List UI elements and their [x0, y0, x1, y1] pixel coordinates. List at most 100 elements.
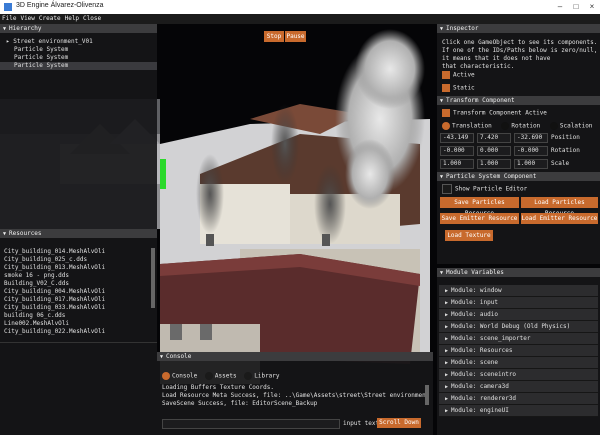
resource-item[interactable]: City_building_017.MeshAlvOli	[4, 296, 152, 304]
module-item[interactable]: ▶ Module: Resources	[439, 345, 598, 357]
scale-y-field[interactable]: 1.000	[477, 159, 511, 169]
expand-arrow-icon[interactable]: ▶	[445, 298, 448, 309]
console-input-field[interactable]	[162, 419, 340, 429]
expand-arrow-icon[interactable]: ▶	[445, 358, 448, 369]
resource-item[interactable]: Line002.MeshAlvOli	[4, 320, 152, 328]
resource-item[interactable]: City_building_014.MeshAlvOli	[4, 248, 152, 256]
load-texture-button[interactable]: Load Texture	[445, 230, 493, 241]
radio-scalation[interactable]	[549, 122, 558, 130]
module-item[interactable]: ▶ Module: input	[439, 297, 598, 309]
radio-console[interactable]	[162, 372, 170, 380]
maximize-icon[interactable]: □	[569, 1, 583, 13]
hierarchy-root[interactable]: ▸ Street environment_V01	[6, 38, 157, 46]
scalation-label[interactable]: Scalation	[560, 123, 593, 130]
expand-arrow-icon[interactable]: ▶	[445, 310, 448, 321]
hierarchy-item-selected[interactable]: Particle System	[0, 62, 157, 70]
module-item[interactable]: ▶ Module: World Debug (Old Physics)	[439, 321, 598, 333]
console-header[interactable]: ▼ Console	[157, 352, 433, 361]
collapse-icon[interactable]: ▼	[440, 97, 443, 106]
resource-item[interactable]: City_building_025_c.dds	[4, 256, 152, 264]
scale-z-field[interactable]: 1.000	[514, 159, 548, 169]
module-item[interactable]: ▶ Module: window	[439, 285, 598, 297]
module-item[interactable]: ▶ Module: audio	[439, 309, 598, 321]
tab-console[interactable]: Console	[172, 373, 197, 380]
save-particles-button[interactable]: Save Particles Resource	[440, 197, 519, 217]
save-emitter-button[interactable]: Save Emitter Resource	[440, 213, 519, 224]
show-editor-row[interactable]: Show Particle Editor	[442, 184, 527, 194]
resource-item[interactable]: smoke 16 - png.dds	[4, 272, 152, 280]
menu-view[interactable]: View	[18, 14, 36, 24]
active-checkbox-row[interactable]: Active	[442, 71, 475, 79]
rotation-label[interactable]: Rotation	[511, 123, 540, 130]
resource-item[interactable]: City_building_004.MeshAlvOli	[4, 288, 152, 296]
collapse-icon[interactable]: ▼	[3, 25, 6, 34]
menu-close[interactable]: Close	[81, 14, 103, 24]
collapse-icon[interactable]: ▼	[440, 25, 443, 34]
position-z-field[interactable]: -32.690	[514, 133, 548, 143]
module-item[interactable]: ▶ Module: renderer3d	[439, 393, 598, 405]
collapse-icon[interactable]: ▼	[160, 353, 163, 362]
module-item[interactable]: ▶ Module: camera3d	[439, 381, 598, 393]
tab-assets[interactable]: Assets	[215, 373, 237, 380]
expand-arrow-icon[interactable]: ▶	[445, 406, 448, 417]
position-y-field[interactable]: 7.420	[477, 133, 511, 143]
expand-arrow-icon[interactable]: ▶	[445, 370, 448, 381]
collapse-icon[interactable]: ▼	[3, 230, 6, 239]
radio-assets[interactable]	[204, 372, 213, 380]
menu-file[interactable]: File	[0, 14, 18, 24]
close-window-icon[interactable]: ×	[585, 1, 599, 13]
pause-button[interactable]: Pause	[285, 31, 306, 42]
hierarchy-item[interactable]: Particle System	[6, 54, 157, 62]
console-scrollbar[interactable]	[425, 385, 429, 405]
expand-arrow-icon[interactable]: ▶	[445, 322, 448, 333]
module-item[interactable]: ▶ Module: sceneintro	[439, 369, 598, 381]
radio-rotation[interactable]	[501, 122, 510, 130]
static-checkbox-row[interactable]: Static	[442, 84, 475, 92]
module-item[interactable]: ▶ Module: scene_importer	[439, 333, 598, 345]
scroll-down-button[interactable]: Scroll Down	[377, 418, 421, 428]
module-variables-header[interactable]: ▼ Module Variables	[437, 268, 600, 277]
stop-button[interactable]: Stop	[264, 31, 284, 42]
module-label: Module: audio	[451, 311, 498, 318]
transform-header[interactable]: ▼ Transform Component	[437, 96, 600, 105]
load-emitter-button[interactable]: Load Emitter Resource	[521, 213, 598, 224]
collapse-icon[interactable]: ▼	[440, 173, 443, 182]
menu-create[interactable]: Create	[37, 14, 63, 24]
expand-arrow-icon[interactable]: ▶	[445, 394, 448, 405]
hierarchy-item[interactable]: Particle System	[6, 46, 157, 54]
inspector-header[interactable]: ▼ Inspector	[437, 24, 600, 33]
resource-item[interactable]: City_building_013.MeshAlvOli	[4, 264, 152, 272]
scale-x-field[interactable]: 1.000	[440, 159, 474, 169]
transform-active-row[interactable]: Transform Component Active	[442, 109, 547, 117]
resource-item[interactable]: City_building_033.MeshAlvOli	[4, 304, 152, 312]
position-x-field[interactable]: -43.149	[440, 133, 474, 143]
minimize-icon[interactable]: –	[553, 1, 567, 13]
resource-item[interactable]: Building_V02_C.dds	[4, 280, 152, 288]
show-editor-checkbox[interactable]	[442, 184, 452, 194]
expand-arrow-icon[interactable]: ▶	[445, 286, 448, 297]
resources-header[interactable]: ▼ Resources	[0, 229, 157, 238]
rotation-y-field[interactable]: 0.000	[477, 146, 511, 156]
particle-system-header[interactable]: ▼ Particle System Component	[437, 172, 600, 181]
active-checkbox[interactable]	[442, 71, 450, 79]
module-item[interactable]: ▶ Module: engineUI	[439, 405, 598, 417]
rotation-z-field[interactable]: -0.000	[514, 146, 548, 156]
static-checkbox[interactable]	[442, 84, 450, 92]
tab-library[interactable]: Library	[254, 373, 279, 380]
expand-arrow-icon[interactable]: ▶	[445, 334, 448, 345]
radio-library[interactable]	[244, 372, 253, 380]
module-item[interactable]: ▶ Module: scene	[439, 357, 598, 369]
load-particles-button[interactable]: Load Particles Resource	[521, 197, 598, 217]
expand-arrow-icon[interactable]: ▶	[445, 346, 448, 357]
translation-label[interactable]: Translation	[452, 123, 492, 130]
rotation-x-field[interactable]: -0.000	[440, 146, 474, 156]
menu-help[interactable]: Help	[63, 14, 81, 24]
collapse-icon[interactable]: ▼	[440, 269, 443, 278]
resources-scrollbar[interactable]	[151, 248, 155, 308]
hierarchy-header[interactable]: ▼ Hierarchy	[0, 24, 157, 33]
resource-item[interactable]: building 06_c.dds	[4, 312, 152, 320]
transform-active-checkbox[interactable]	[442, 109, 450, 117]
radio-translation[interactable]	[442, 122, 450, 130]
resource-item[interactable]: City_building_022.MeshAlvOli	[4, 328, 152, 336]
expand-arrow-icon[interactable]: ▶	[445, 382, 448, 393]
